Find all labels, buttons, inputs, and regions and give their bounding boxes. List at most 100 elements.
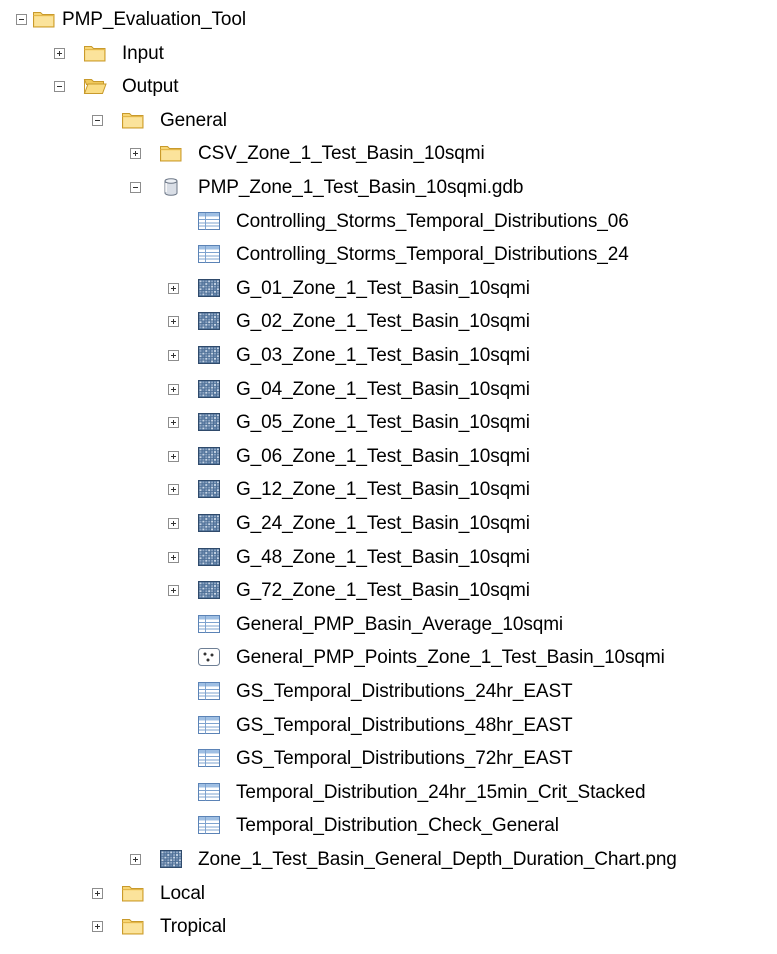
point-feature-class-icon	[197, 647, 221, 667]
tree-node-label[interactable]: Tropical	[160, 910, 226, 943]
tree-node-gdb-item[interactable]: G_03_Zone_1_Test_Basin_10sqmi	[0, 339, 777, 372]
tree-node-label[interactable]: General_PMP_Points_Zone_1_Test_Basin_10s…	[236, 641, 665, 674]
raster-icon	[159, 849, 183, 869]
tree-node-gdb-item[interactable]: General_PMP_Basin_Average_10sqmi	[0, 608, 777, 641]
tree-node-label[interactable]: G_12_Zone_1_Test_Basin_10sqmi	[236, 473, 530, 506]
tree-node-gdb-item[interactable]: GS_Temporal_Distributions_24hr_EAST	[0, 675, 777, 708]
tree-node-label[interactable]: Controlling_Storms_Temporal_Distribution…	[236, 238, 629, 271]
table-icon	[197, 815, 221, 835]
tree-node-label[interactable]: G_05_Zone_1_Test_Basin_10sqmi	[236, 406, 530, 439]
tree-node-gdb-item[interactable]: G_05_Zone_1_Test_Basin_10sqmi	[0, 406, 777, 439]
raster-icon	[197, 547, 221, 567]
tree-node-geodatabase[interactable]: PMP_Zone_1_Test_Basin_10sqmi.gdb	[0, 171, 777, 204]
expand-toggle-icon[interactable]	[92, 921, 103, 933]
folder-icon	[121, 110, 145, 130]
expand-toggle-icon[interactable]	[168, 316, 179, 328]
tree-node-gdb-item[interactable]: Controlling_Storms_Temporal_Distribution…	[0, 205, 777, 238]
tree-node-label[interactable]: G_02_Zone_1_Test_Basin_10sqmi	[236, 305, 530, 338]
collapse-toggle-icon[interactable]	[130, 182, 141, 193]
table-icon	[197, 681, 221, 701]
table-icon	[197, 748, 221, 768]
tree-node-root[interactable]: PMP_Evaluation_Tool	[0, 3, 777, 36]
tree-node-gdb-item[interactable]: G_04_Zone_1_Test_Basin_10sqmi	[0, 373, 777, 406]
folder-icon	[83, 43, 107, 63]
tree-node-label[interactable]: G_03_Zone_1_Test_Basin_10sqmi	[236, 339, 530, 372]
expand-toggle-icon[interactable]	[168, 585, 179, 597]
raster-icon	[197, 345, 221, 365]
tree-node-label[interactable]: G_01_Zone_1_Test_Basin_10sqmi	[236, 272, 530, 305]
tree-node-label[interactable]: GS_Temporal_Distributions_48hr_EAST	[236, 709, 573, 742]
tree-node-label[interactable]: Output	[122, 70, 179, 103]
expand-toggle-icon[interactable]	[54, 47, 65, 59]
tree-node-label[interactable]: Temporal_Distribution_Check_General	[236, 809, 559, 842]
tree-node-gdb-item[interactable]: Temporal_Distribution_Check_General	[0, 809, 777, 842]
tree-node-label[interactable]: PMP_Zone_1_Test_Basin_10sqmi.gdb	[198, 171, 523, 204]
expand-toggle-icon[interactable]	[168, 551, 179, 563]
tree-node-csv-folder[interactable]: CSV_Zone_1_Test_Basin_10sqmi	[0, 137, 777, 170]
tree-node-label[interactable]: G_24_Zone_1_Test_Basin_10sqmi	[236, 507, 530, 540]
tree-node-gdb-item[interactable]: General_PMP_Points_Zone_1_Test_Basin_10s…	[0, 641, 777, 674]
tree-node-gdb-item[interactable]: G_02_Zone_1_Test_Basin_10sqmi	[0, 305, 777, 338]
tree-node-gdb-item[interactable]: G_24_Zone_1_Test_Basin_10sqmi	[0, 507, 777, 540]
tree-node-label[interactable]: CSV_Zone_1_Test_Basin_10sqmi	[198, 137, 485, 170]
raster-icon	[197, 446, 221, 466]
expand-toggle-icon[interactable]	[168, 518, 179, 529]
tree-node-label[interactable]: Local	[160, 877, 205, 910]
table-icon	[197, 715, 221, 735]
tree-node-label[interactable]: G_06_Zone_1_Test_Basin_10sqmi	[236, 440, 530, 473]
table-icon	[197, 244, 221, 264]
folder-icon	[32, 9, 56, 29]
tree-node-label[interactable]: Input	[122, 37, 164, 70]
raster-icon	[197, 278, 221, 298]
catalog-tree: PMP_Evaluation_Tool Input Output General CSV…	[0, 0, 777, 954]
tree-node-output[interactable]: Output	[0, 70, 777, 103]
expand-toggle-icon[interactable]	[168, 350, 179, 361]
tree-node-label[interactable]: PMP_Evaluation_Tool	[62, 3, 246, 36]
folder-icon	[121, 916, 145, 936]
collapse-toggle-icon[interactable]	[16, 14, 27, 25]
expand-toggle-icon[interactable]	[130, 148, 141, 160]
tree-node-gdb-item[interactable]: G_01_Zone_1_Test_Basin_10sqmi	[0, 272, 777, 305]
table-icon	[197, 211, 221, 231]
tree-node-label[interactable]: Zone_1_Test_Basin_General_Depth_Duration…	[198, 843, 677, 876]
tree-node-depth-duration-chart[interactable]: Zone_1_Test_Basin_General_Depth_Duration…	[0, 843, 777, 876]
tree-node-label[interactable]: G_04_Zone_1_Test_Basin_10sqmi	[236, 373, 530, 406]
tree-node-gdb-item[interactable]: Temporal_Distribution_24hr_15min_Crit_St…	[0, 776, 777, 809]
raster-icon	[197, 412, 221, 432]
folder-icon	[121, 883, 145, 903]
tree-node-label[interactable]: G_48_Zone_1_Test_Basin_10sqmi	[236, 541, 530, 574]
tree-node-label[interactable]: G_72_Zone_1_Test_Basin_10sqmi	[236, 574, 530, 607]
geodatabase-icon	[159, 177, 183, 197]
expand-toggle-icon[interactable]	[168, 484, 179, 496]
tree-node-label[interactable]: General	[160, 104, 227, 137]
tree-node-label[interactable]: GS_Temporal_Distributions_24hr_EAST	[236, 675, 573, 708]
expand-toggle-icon[interactable]	[130, 854, 141, 865]
tree-node-general[interactable]: General	[0, 104, 777, 137]
expand-toggle-icon[interactable]	[92, 887, 103, 899]
tree-node-gdb-item[interactable]: G_72_Zone_1_Test_Basin_10sqmi	[0, 574, 777, 607]
raster-icon	[197, 379, 221, 399]
tree-node-gdb-item[interactable]: Controlling_Storms_Temporal_Distribution…	[0, 238, 777, 271]
expand-toggle-icon[interactable]	[168, 417, 179, 429]
tree-node-label[interactable]: Temporal_Distribution_24hr_15min_Crit_St…	[236, 776, 646, 809]
expand-toggle-icon[interactable]	[168, 282, 179, 294]
raster-icon	[197, 513, 221, 533]
tree-node-tropical[interactable]: Tropical	[0, 910, 777, 943]
expand-toggle-icon[interactable]	[168, 450, 179, 462]
tree-node-input[interactable]: Input	[0, 37, 777, 70]
tree-node-label[interactable]: GS_Temporal_Distributions_72hr_EAST	[236, 742, 573, 775]
tree-node-gdb-item[interactable]: GS_Temporal_Distributions_48hr_EAST	[0, 709, 777, 742]
expand-toggle-icon[interactable]	[168, 383, 179, 395]
collapse-toggle-icon[interactable]	[54, 81, 65, 93]
table-icon	[197, 614, 221, 634]
tree-node-label[interactable]: General_PMP_Basin_Average_10sqmi	[236, 608, 563, 641]
tree-node-gdb-item[interactable]: G_12_Zone_1_Test_Basin_10sqmi	[0, 473, 777, 506]
tree-node-gdb-item[interactable]: GS_Temporal_Distributions_72hr_EAST	[0, 742, 777, 775]
tree-node-gdb-item[interactable]: G_48_Zone_1_Test_Basin_10sqmi	[0, 541, 777, 574]
tree-node-label[interactable]: Controlling_Storms_Temporal_Distribution…	[236, 205, 629, 238]
tree-node-local[interactable]: Local	[0, 877, 777, 910]
folder-icon	[159, 143, 183, 163]
tree-node-gdb-item[interactable]: G_06_Zone_1_Test_Basin_10sqmi	[0, 440, 777, 473]
folder-open-icon	[83, 76, 107, 96]
collapse-toggle-icon[interactable]	[92, 114, 103, 126]
